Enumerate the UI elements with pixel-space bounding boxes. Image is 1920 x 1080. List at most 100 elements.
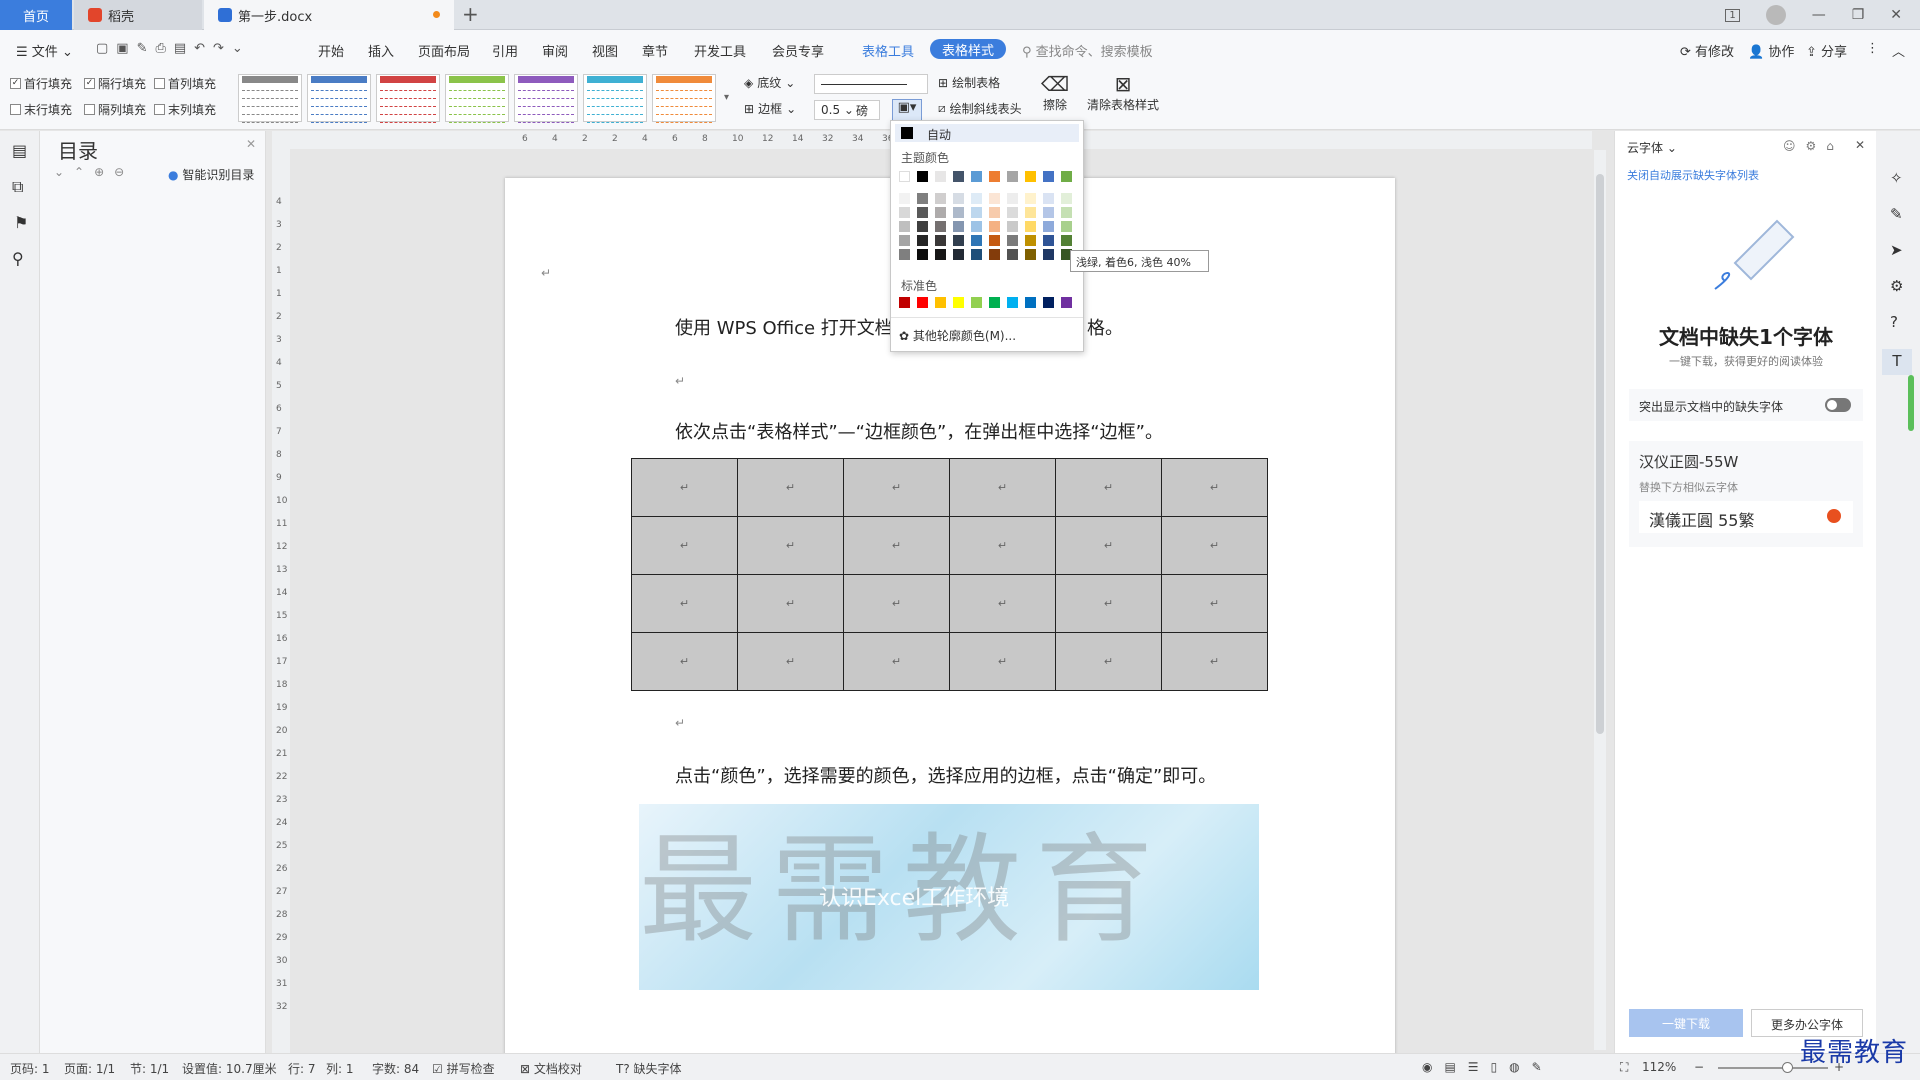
theme-shade-swatch[interactable] <box>971 249 982 260</box>
table-style-thumbnail[interactable] <box>445 74 509 123</box>
table-cell[interactable]: ↵ <box>843 458 950 517</box>
theme-shade-swatch[interactable] <box>899 207 910 218</box>
minimize-icon[interactable]: — <box>1812 7 1826 23</box>
border-button[interactable]: ⊞ 边框 ⌄ <box>744 100 796 117</box>
new-tab-button[interactable]: + <box>462 2 479 26</box>
theme-shade-swatch[interactable] <box>1007 235 1018 246</box>
theme-shade-swatch[interactable] <box>953 207 964 218</box>
theme-shade-swatch[interactable] <box>989 249 1000 260</box>
table-cell[interactable]: ↵ <box>631 574 738 633</box>
table-cell[interactable]: ↵ <box>949 632 1056 691</box>
status-row[interactable]: 行: 7 <box>288 1060 316 1077</box>
menu-reference[interactable]: 引用 <box>492 41 518 60</box>
bookmark-icon[interactable]: ⚑ <box>14 213 28 232</box>
table-cell[interactable]: ↵ <box>1161 632 1268 691</box>
table-style-thumbnail[interactable] <box>583 74 647 123</box>
check-last-column[interactable]: 末列填充 <box>154 101 216 118</box>
status-word-count[interactable]: 字数: 84 <box>372 1060 419 1077</box>
menu-view[interactable]: 视图 <box>592 41 618 60</box>
check-banded-columns[interactable]: 隔列填充 <box>84 101 146 118</box>
theme-shade-swatch[interactable] <box>1061 207 1072 218</box>
theme-shade-swatch[interactable] <box>1025 207 1036 218</box>
theme-shade-swatch[interactable] <box>971 221 982 232</box>
theme-shade-swatch[interactable] <box>935 193 946 204</box>
close-icon[interactable]: ✕ <box>1890 7 1902 23</box>
status-section[interactable]: 节: 1/1 <box>130 1060 169 1077</box>
missing-font-status[interactable]: T? 缺失字体 <box>616 1060 682 1077</box>
toc-outline-controls[interactable]: ⌄⌃⊕⊖ <box>54 165 134 179</box>
settings-sliders-icon[interactable]: ⚙ <box>1890 277 1903 295</box>
theme-shade-swatch[interactable] <box>1007 207 1018 218</box>
edit-icon[interactable]: ✎ <box>1890 205 1903 223</box>
theme-shade-swatch[interactable] <box>989 235 1000 246</box>
theme-shade-swatch[interactable] <box>971 207 982 218</box>
menu-insert[interactable]: 插入 <box>368 41 394 60</box>
theme-shade-swatch[interactable] <box>953 249 964 260</box>
doc-table[interactable]: ↵ ↵ ↵ ↵ ↵ ↵ ↵ ↵ ↵ ↵ ↵ ↵ ↵ ↵ ↵ ↵ ↵ ↵ ↵ ↵ ↵ ↵ ↵ ↵ <box>631 458 1268 691</box>
doc-line-3[interactable]: 点击“颜色”，选择需要的颜色，选择应用的边框，点击“确定”即可。 <box>675 762 1216 788</box>
standard-color-swatch[interactable] <box>899 297 910 308</box>
embedded-image[interactable]: 最需教育 认识Excel工作环境 <box>639 804 1259 990</box>
theme-shade-swatch[interactable] <box>971 235 982 246</box>
table-cell[interactable]: ↵ <box>1055 574 1162 633</box>
theme-shade-swatch[interactable] <box>1025 193 1036 204</box>
more-colors-option[interactable]: ✿ 其他轮廓颜色(M)... <box>899 327 1016 344</box>
cloud-font-title[interactable]: 云字体 ⌄ <box>1627 139 1677 156</box>
view-mode-icons[interactable]: ◉▤☰▯◍✎ <box>1422 1060 1554 1074</box>
table-cell[interactable]: ↵ <box>1161 458 1268 517</box>
panel-header-icons[interactable]: ☺⚙⌂ <box>1783 139 1844 153</box>
highlight-toggle[interactable] <box>1825 398 1851 412</box>
table-cell[interactable]: ↵ <box>843 516 950 575</box>
table-style-thumbnail[interactable] <box>376 74 440 123</box>
menu-start[interactable]: 开始 <box>318 41 344 60</box>
search-icon[interactable]: ⚲ <box>12 249 24 268</box>
doc-proof-button[interactable]: ⊠ 文档校对 <box>520 1060 582 1077</box>
draw-diagonal-button[interactable]: ⧄ 绘制斜线表头 <box>938 100 1022 117</box>
nav-panel-icon[interactable]: ⧉ <box>12 177 23 197</box>
theme-shade-swatch[interactable] <box>917 207 928 218</box>
toc-panel-icon[interactable]: ▤ <box>12 141 27 160</box>
shading-button[interactable]: ◈ 底纹 ⌄ <box>744 74 795 91</box>
table-cell[interactable]: ↵ <box>949 458 1056 517</box>
standard-color-swatch[interactable] <box>1007 297 1018 308</box>
menu-dev-tools[interactable]: 开发工具 <box>694 41 746 60</box>
changes-button[interactable]: ⟳ 有修改 <box>1680 41 1734 60</box>
standard-color-swatch[interactable] <box>917 297 928 308</box>
theme-color-swatch[interactable] <box>1061 171 1072 182</box>
theme-shade-swatch[interactable] <box>899 221 910 232</box>
theme-shade-swatch[interactable] <box>1043 221 1054 232</box>
theme-color-swatch[interactable] <box>1025 171 1036 182</box>
command-search[interactable]: ⚲ 查找命令、搜索模板 <box>1022 41 1153 60</box>
standard-color-swatch[interactable] <box>971 297 982 308</box>
quick-access-icons[interactable]: ▢▣✎⎙▤↶↷⌄ <box>96 41 251 56</box>
draw-table-button[interactable]: ⊞ 绘制表格 <box>938 74 1000 91</box>
style-icon[interactable]: ✧ <box>1890 169 1903 187</box>
check-last-row[interactable]: 末行填充 <box>10 101 72 118</box>
status-setting-value[interactable]: 设置值: 10.7厘米 <box>182 1060 277 1077</box>
spell-check-button[interactable]: ☑ 拼写检查 <box>432 1060 495 1077</box>
menu-page-layout[interactable]: 页面布局 <box>418 41 470 60</box>
table-style-thumbnail[interactable] <box>307 74 371 123</box>
zoom-out-icon[interactable]: − <box>1694 1060 1704 1074</box>
theme-shade-swatch[interactable] <box>935 207 946 218</box>
table-cell[interactable]: ↵ <box>1161 516 1268 575</box>
theme-shade-swatch[interactable] <box>971 193 982 204</box>
standard-color-swatch[interactable] <box>953 297 964 308</box>
theme-color-swatch[interactable] <box>935 171 946 182</box>
check-header-row[interactable]: ✓ 首行填充 <box>10 75 72 92</box>
status-page-number[interactable]: 页码: 1 <box>10 1060 50 1077</box>
theme-shade-swatch[interactable] <box>953 221 964 232</box>
doc-line-2[interactable]: 依次点击“表格样式”—“边框颜色”，在弹出框中选择“边框”。 <box>675 418 1163 444</box>
theme-shade-swatch[interactable] <box>935 235 946 246</box>
border-color-button[interactable]: ▣▾ <box>892 99 922 121</box>
erase-button[interactable]: ⌫ 擦除 <box>1038 72 1072 113</box>
theme-color-swatch[interactable] <box>899 171 910 182</box>
table-cell[interactable]: ↵ <box>631 458 738 517</box>
table-cell[interactable]: ↵ <box>631 632 738 691</box>
theme-shade-swatch[interactable] <box>1043 207 1054 218</box>
theme-shade-swatch[interactable] <box>899 249 910 260</box>
standard-color-swatch[interactable] <box>989 297 1000 308</box>
status-column[interactable]: 列: 1 <box>326 1060 354 1077</box>
standard-color-swatch[interactable] <box>1061 297 1072 308</box>
theme-shade-swatch[interactable] <box>1043 193 1054 204</box>
